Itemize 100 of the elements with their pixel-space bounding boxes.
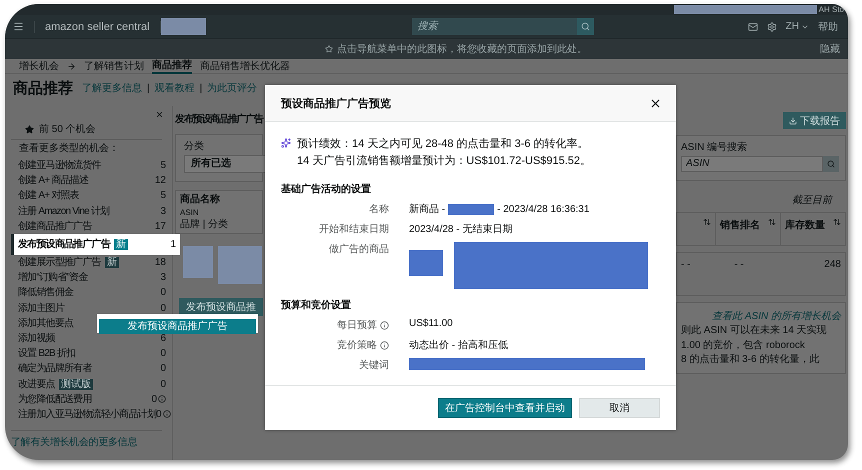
language-menu[interactable]: ZH (786, 21, 809, 32)
page-link[interactable]: 了解更多信息 (82, 81, 142, 95)
estimate-text: 14 天广告引流销售额增量预计为：US$101.72-US$915.52。 (297, 154, 592, 168)
item-count: 0 (160, 348, 166, 360)
redaction-block (183, 246, 213, 278)
search-label: ASIN 编号搜索 (681, 142, 748, 154)
mail-icon[interactable] (748, 22, 758, 32)
sidebar-heading: 查看更多类型的机会： (18, 142, 119, 156)
close-button[interactable] (649, 96, 662, 110)
search-icon (827, 160, 835, 168)
table-cell-text: - - (681, 259, 690, 272)
sidebar-item[interactable]: 创建 A+ 对照表 (18, 190, 79, 202)
sidebar-item[interactable]: 注册加入亚马逊物流轻小商品计划 (18, 408, 156, 420)
sidebar-item[interactable]: 添加其他要点 (18, 318, 74, 329)
field-label: 关键词 (359, 358, 389, 372)
field-label: 名称 (369, 203, 389, 216)
field-value: 动态出价 - 抬高和压低 (409, 338, 508, 352)
search-field[interactable]: 搜索 (412, 18, 577, 35)
download-icon (789, 116, 797, 124)
sidebar-item[interactable]: 设置 B2B 折扣 (18, 348, 76, 360)
item-count: 5 (160, 160, 166, 172)
help-link[interactable]: 帮助 (818, 20, 838, 34)
table-cell-text: 248 (824, 259, 841, 272)
breadcrumb-link[interactable]: 增长机会 (19, 59, 59, 73)
column-header: 品牌 | 分类 (180, 218, 230, 230)
close-icon[interactable] (155, 110, 164, 119)
redaction-block (409, 250, 443, 276)
sidebar-item[interactable]: 添加主图片 (18, 302, 64, 314)
item-count: 12 (154, 175, 166, 186)
new-badge: 测试版 (58, 378, 93, 390)
sidebar-item[interactable]: 创建展示型推广广告 (18, 257, 101, 268)
bookmark-icon (325, 45, 333, 53)
item-count: 0 (160, 287, 166, 298)
detail-text: 1.00 的竞价，包含 roborock (681, 340, 806, 352)
sort-icon[interactable] (703, 218, 711, 226)
redaction-block (218, 246, 262, 284)
breadcrumb-link[interactable]: 商品销售增长优化器 (200, 59, 290, 73)
download-button[interactable]: 下载报告 (783, 112, 846, 129)
sidebar-item[interactable]: 发布预设商品推广广告 新 1 (11, 234, 180, 255)
account-name: AH Sto (818, 5, 844, 14)
search-button[interactable] (823, 156, 839, 172)
menu-icon[interactable] (13, 21, 24, 32)
arrow-icon (67, 62, 76, 70)
item-count: 0 (160, 302, 166, 314)
publish-button[interactable]: 发布预设商品推 (179, 298, 263, 316)
item-count: 3 (160, 272, 166, 284)
cancel-button[interactable]: 取消 (579, 398, 660, 418)
page-title: 商品推荐 (13, 78, 73, 98)
column-header: 库存数量 (785, 218, 825, 232)
detail-text: 8 的点击量和 3-6 的转化量，此 (681, 354, 820, 366)
dialog-title: 预设商品推广广告预览 (281, 96, 391, 110)
link-separator: | (200, 82, 202, 94)
sidebar-item[interactable]: 添加视频 (18, 332, 55, 344)
launch-button[interactable]: 在广告控制台中查看并启动 (438, 398, 572, 418)
item-count: 5 (160, 190, 166, 202)
sidebar-item[interactable]: 增加“订购省”资金 (18, 272, 88, 284)
field-value: US$11.00 (409, 318, 453, 329)
field-label: 开始和结束日期 (319, 222, 389, 236)
item-count: 0 (160, 363, 166, 374)
new-badge: 新 (114, 238, 128, 250)
page-link[interactable]: 为此页评分 (207, 81, 258, 95)
more-info-link[interactable]: 了解有关增长机会的更多信息 (11, 430, 162, 449)
sidebar-item[interactable]: 确定为品牌所有者 (18, 363, 92, 374)
search-button[interactable] (576, 18, 594, 35)
redaction-block (448, 204, 494, 214)
field-label: 做广告的商品 (329, 242, 389, 256)
search-icon (580, 22, 590, 31)
new-badge: 新 (104, 257, 119, 268)
estimate-text: 预计绩效：14 天之内可见 28-48 的点击量和 3-6 的转化率。 (297, 136, 590, 151)
page-link[interactable]: 观看教程 (154, 81, 195, 95)
detail-text: 则此 ASIN 可以在未来 14 天实现 (681, 325, 828, 338)
breadcrumb-link[interactable]: 了解销售计划 (84, 59, 144, 73)
section-title: 预算和竞价设置 (281, 298, 352, 312)
sort-icon[interactable] (833, 218, 841, 226)
field-value: 2023/4/28 - 无结束日期 (409, 222, 512, 236)
field-value: - 2023/4/28 16:36:31 (497, 204, 590, 214)
sidebar-item[interactable]: 创建亚马逊物流货件 (18, 160, 101, 172)
field-label: 每日预算 (337, 319, 377, 332)
item-count: 1 (170, 238, 176, 250)
breadcrumb-link[interactable]: 商品推荐 (152, 58, 192, 74)
sidebar-item[interactable]: 注册 Amazon Vine 计划 (18, 206, 110, 217)
sidebar-item[interactable]: 创建商品推广广告 (18, 220, 92, 232)
sidebar-item[interactable]: 前 50 个机会 (39, 124, 96, 136)
redaction-block (160, 18, 206, 35)
sidebar-item[interactable]: 改进要点 (18, 378, 55, 390)
sidebar-item[interactable]: 降低销售佣金 (18, 287, 74, 298)
link-separator: | (147, 82, 150, 94)
section-heading: 发布预设商品推广广告 (175, 112, 263, 126)
item-count: 18 (154, 257, 166, 268)
publish-button[interactable]: 发布预设商品推广广告 (99, 318, 256, 334)
sparkle-icon (281, 138, 291, 148)
asin-link[interactable]: 查看此 ASIN 的所有增长机会 (712, 309, 841, 323)
star-icon (25, 125, 34, 134)
item-count: 0 (151, 394, 157, 405)
sidebar-item[interactable]: 为您降低配送费用 (18, 394, 92, 405)
sidebar-item[interactable]: 创建 A+ 商品描述 (18, 175, 88, 186)
hide-link[interactable]: 隐藏 (820, 42, 840, 56)
field-label: 竞价策略 (337, 338, 377, 352)
sort-icon[interactable] (768, 218, 776, 226)
settings-icon[interactable] (766, 22, 777, 32)
